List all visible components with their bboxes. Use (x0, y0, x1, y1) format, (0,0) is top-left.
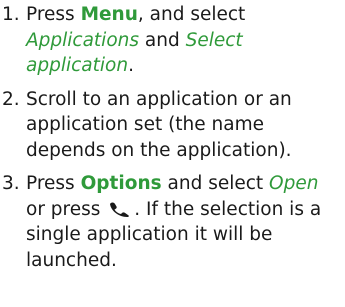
step-text-part: and select (161, 173, 270, 194)
step-number: 1. (2, 4, 20, 25)
step-text-part: Press (26, 173, 81, 194)
applications-term: Applications (26, 29, 140, 51)
step-number: 2. (2, 88, 20, 110)
step-text: Press Options and select Open or press .… (26, 171, 345, 273)
options-keyword: Options (80, 173, 162, 194)
step-text: Press Menu, and select Applications and … (26, 2, 345, 79)
menu-keyword: Menu (80, 4, 138, 25)
step-number: 3. (2, 173, 20, 194)
list-item: 3. Press Options and select Open or pres… (0, 171, 345, 273)
step-text: Scroll to an application or an applicati… (26, 88, 292, 161)
open-term: Open (269, 173, 319, 194)
step-text-part: or press (26, 198, 107, 220)
step-text-part: . (128, 55, 134, 76)
list-item: 2. Scroll to an application or an applic… (0, 87, 345, 164)
list-item: 1. Press Menu, and select Applications a… (0, 2, 345, 79)
step-text-part: and (139, 29, 186, 51)
step-text-part: , and select (137, 4, 246, 25)
step-text-part: Press (26, 4, 81, 25)
instruction-list: 1. Press Menu, and select Applications a… (0, 2, 345, 281)
call-key-icon (107, 199, 133, 217)
